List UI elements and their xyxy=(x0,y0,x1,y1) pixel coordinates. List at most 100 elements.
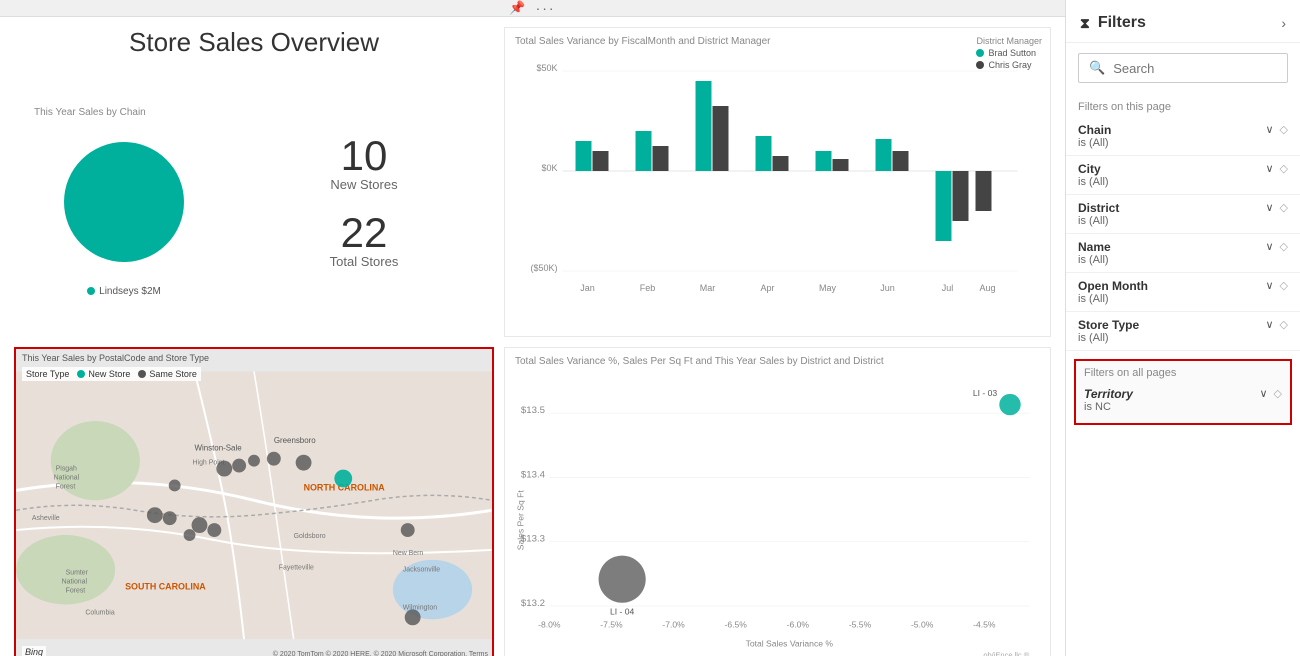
bar-chart-panel: Total Sales Variance by FiscalMonth and … xyxy=(504,27,1051,337)
svg-text:Wilmington: Wilmington xyxy=(403,604,437,611)
total-stores-label: Total Stores xyxy=(330,254,399,269)
svg-text:Mar: Mar xyxy=(700,283,716,293)
svg-text:Goldsboro: Goldsboro xyxy=(294,533,326,540)
svg-text:$13.5: $13.5 xyxy=(521,405,545,416)
filter-city-value: is (All) xyxy=(1078,176,1109,188)
map-dot-same-store xyxy=(138,370,146,378)
filter-name-clear[interactable]: ◇ xyxy=(1280,240,1288,253)
bar-chart-svg: $50K $0K ($50K) xyxy=(515,51,1040,301)
pie-chart-svg xyxy=(44,122,204,282)
new-stores-number: 10 xyxy=(330,135,397,177)
total-stores-stat: 22 Total Stores xyxy=(330,212,399,269)
filter-chain-value: is (All) xyxy=(1078,137,1111,149)
pie-chart-section: This Year Sales by Chain Lindseys $2M xyxy=(14,107,234,297)
filter-funnel-icon: ⧗ xyxy=(1080,15,1090,32)
filter-open-month-name: Open Month xyxy=(1078,279,1148,293)
legend-dot-brad xyxy=(976,49,984,57)
svg-text:National: National xyxy=(54,474,80,481)
scatter-chart-title: Total Sales Variance %, Sales Per Sq Ft … xyxy=(515,356,1040,367)
map-legend-same-store: Same Store xyxy=(138,369,197,379)
map-panel: This Year Sales by PostalCode and Store … xyxy=(14,347,494,656)
report-area: Store Sales Overview This Year Sales by … xyxy=(0,17,1065,656)
new-stores-label: New Stores xyxy=(330,177,397,192)
svg-text:LI - 04: LI - 04 xyxy=(610,607,635,617)
pie-legend: Lindseys $2M xyxy=(87,286,161,297)
filter-city-clear[interactable]: ◇ xyxy=(1280,162,1288,175)
filter-territory-chevron[interactable]: ∨ xyxy=(1259,387,1267,400)
filter-store-type-chevron[interactable]: ∨ xyxy=(1265,318,1273,331)
filter-name-chevron[interactable]: ∨ xyxy=(1265,240,1273,253)
filter-district-clear[interactable]: ◇ xyxy=(1280,201,1288,214)
svg-text:Greensboro: Greensboro xyxy=(274,436,316,445)
report-title: Store Sales Overview xyxy=(14,27,494,58)
scatter-chart-svg: $13.5 $13.4 $13.3 $13.2 Sales Per Sq Ft … xyxy=(515,371,1040,656)
svg-text:-5.0%: -5.0% xyxy=(911,619,934,629)
filter-district-chevron[interactable]: ∨ xyxy=(1265,201,1273,214)
map-legend-new-store: New Store xyxy=(77,369,130,379)
filter-territory-clear[interactable]: ◇ xyxy=(1274,387,1282,400)
filters-title: ⧗ Filters xyxy=(1080,14,1146,32)
filter-store-type-name: Store Type xyxy=(1078,318,1139,332)
svg-text:$0K: $0K xyxy=(541,163,557,173)
svg-text:-7.5%: -7.5% xyxy=(600,619,623,629)
filter-chain-clear[interactable]: ◇ xyxy=(1280,123,1288,136)
filters-search-input[interactable] xyxy=(1113,61,1289,76)
bing-logo: Bing xyxy=(22,646,46,656)
filter-open-month-chevron[interactable]: ∨ xyxy=(1265,279,1273,292)
filter-open-month-clear[interactable]: ◇ xyxy=(1280,279,1288,292)
filters-search-box[interactable]: 🔍 xyxy=(1078,53,1288,83)
svg-text:Asheville: Asheville xyxy=(32,515,60,522)
more-options-icon[interactable]: ··· xyxy=(536,0,556,16)
scatter-chart-panel: Total Sales Variance %, Sales Per Sq Ft … xyxy=(504,347,1051,656)
filter-item-district: District is (All) ∨ ◇ xyxy=(1066,195,1300,234)
pin-icon[interactable]: 📌 xyxy=(509,0,525,16)
filter-item-city: City is (All) ∨ ◇ xyxy=(1066,156,1300,195)
pie-chart-label: This Year Sales by Chain xyxy=(34,107,146,118)
svg-text:Jul: Jul xyxy=(942,283,954,293)
legend-item-chris: Chris Gray xyxy=(976,60,1042,70)
filters-collapse-icon[interactable]: › xyxy=(1281,15,1286,31)
filter-item-open-month: Open Month is (All) ∨ ◇ xyxy=(1066,273,1300,312)
svg-text:Columbia: Columbia xyxy=(85,609,114,616)
map-dot-new-store xyxy=(77,370,85,378)
svg-text:Fayetteville: Fayetteville xyxy=(279,565,314,572)
map-legend-new-store-label: New Store xyxy=(88,369,130,379)
svg-text:$13.2: $13.2 xyxy=(521,598,545,609)
filter-city-chevron[interactable]: ∨ xyxy=(1265,162,1273,175)
svg-text:ob/iEnce llc ®: ob/iEnce llc ® xyxy=(983,650,1029,656)
legend-label-brad: Brad Sutton xyxy=(988,48,1036,58)
svg-text:Winston-Sale: Winston-Sale xyxy=(194,444,242,453)
svg-text:SOUTH CAROLINA: SOUTH CAROLINA xyxy=(125,582,206,592)
svg-text:New Bern: New Bern xyxy=(393,550,424,557)
map-legend-same-store-label: Same Store xyxy=(149,369,197,379)
map-copyright: © 2020 TomTom © 2020 HERE, © 2020 Micros… xyxy=(273,651,488,656)
filter-district-value: is (All) xyxy=(1078,215,1119,227)
svg-text:Jun: Jun xyxy=(880,283,895,293)
filters-panel: ⧗ Filters › 🔍 Filters on this page Chain… xyxy=(1065,0,1300,656)
new-stores-stat: 10 New Stores xyxy=(330,135,397,192)
filters-title-text: Filters xyxy=(1098,14,1146,32)
filter-city-name: City xyxy=(1078,162,1109,176)
pie-legend-label: Lindseys $2M xyxy=(99,286,161,297)
legend-label-chris: Chris Gray xyxy=(988,60,1031,70)
filter-name-value: is (All) xyxy=(1078,254,1111,266)
filter-chain-chevron[interactable]: ∨ xyxy=(1265,123,1273,136)
bar-chart-legend-title: District Manager xyxy=(976,36,1042,46)
filter-item-store-type: Store Type is (All) ∨ ◇ xyxy=(1066,312,1300,351)
svg-text:Sales Per Sq Ft: Sales Per Sq Ft xyxy=(516,490,526,551)
filter-store-type-clear[interactable]: ◇ xyxy=(1280,318,1288,331)
svg-text:-4.5%: -4.5% xyxy=(973,619,996,629)
svg-text:-6.5%: -6.5% xyxy=(725,619,748,629)
svg-text:-5.5%: -5.5% xyxy=(849,619,872,629)
svg-text:$13.4: $13.4 xyxy=(521,469,546,480)
filters-on-page-title: Filters on this page xyxy=(1066,93,1300,117)
svg-text:-7.0%: -7.0% xyxy=(662,619,685,629)
svg-text:-8.0%: -8.0% xyxy=(538,619,561,629)
svg-text:Aug: Aug xyxy=(979,283,995,293)
legend-item-brad: Brad Sutton xyxy=(976,48,1042,58)
svg-text:-6.0%: -6.0% xyxy=(787,619,810,629)
total-stores-number: 22 xyxy=(330,212,399,254)
svg-text:National: National xyxy=(62,579,88,586)
filter-territory-name: Territory xyxy=(1084,387,1133,401)
filter-name-name: Name xyxy=(1078,240,1111,254)
